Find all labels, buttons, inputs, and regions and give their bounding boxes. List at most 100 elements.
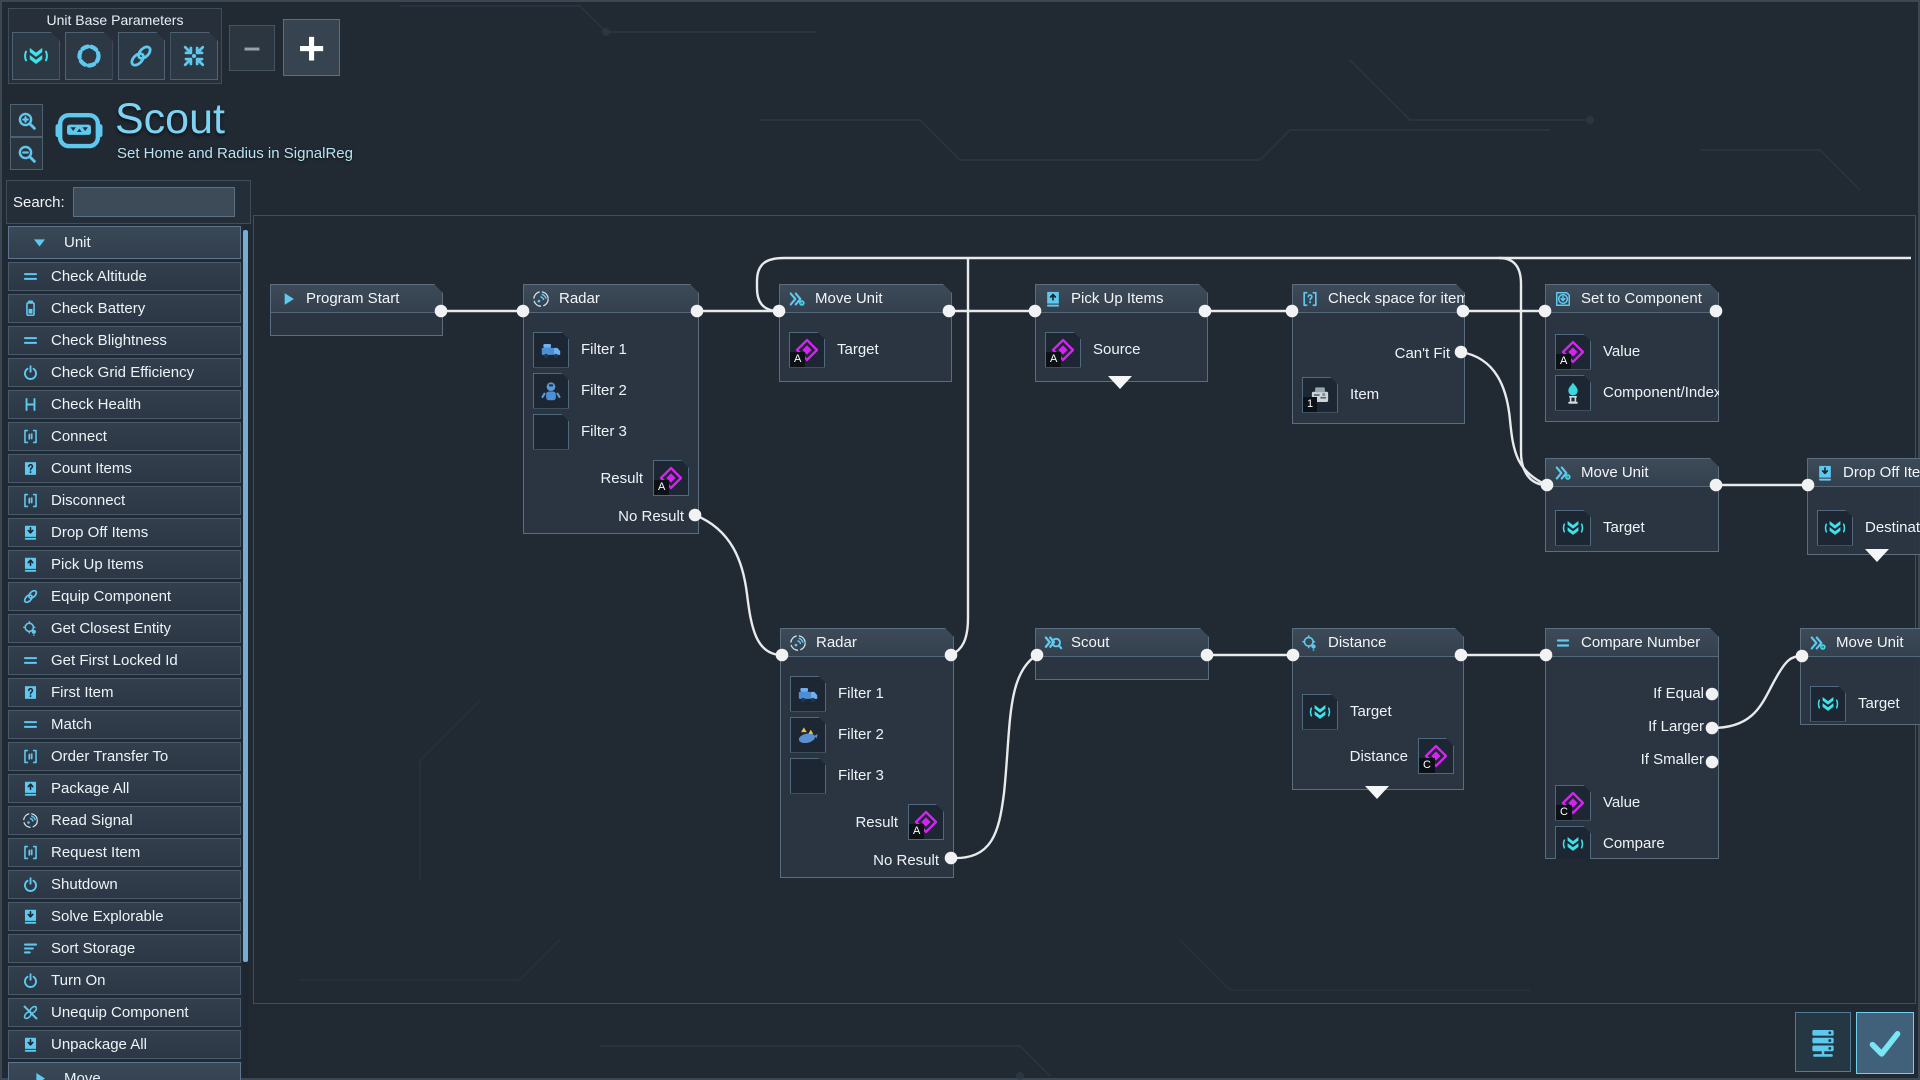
confirm-button[interactable]	[1856, 1012, 1914, 1074]
sidebar-item-drop-off-items[interactable]: Drop Off Items	[8, 518, 241, 547]
home-signal-button[interactable]	[12, 32, 60, 80]
sidebar-item-check-grid-efficiency[interactable]: Check Grid Efficiency	[8, 358, 241, 387]
slot-item-crate-icon[interactable]: 1	[1302, 377, 1338, 413]
sidebar-scrollbar-thumb[interactable]	[243, 230, 248, 962]
node-header[interactable]: Move Unit	[780, 285, 951, 313]
sidebar-item-check-altitude[interactable]: Check Altitude	[8, 262, 241, 291]
slot-unit-target-icon[interactable]	[1810, 686, 1846, 722]
node-radar-1[interactable]: Radar Filter 1 Filter 2 Filter 3 Result A No R…	[523, 284, 699, 534]
remove-parameter-button[interactable]: –	[229, 25, 275, 71]
node-program-start[interactable]: Program Start	[270, 284, 443, 336]
link-icon	[18, 587, 42, 606]
sidebar-item-pick-up-items[interactable]: Pick Up Items	[8, 550, 241, 579]
sidebar-item-get-closest-entity[interactable]: Get Closest Entity	[8, 614, 241, 643]
sidebar-item-label: Order Transfer To	[51, 748, 169, 765]
node-header[interactable]: Distance	[1293, 629, 1463, 657]
slot-signal-value-icon[interactable]: A	[908, 804, 944, 840]
sidebar-item-get-first-locked-id[interactable]: Get First Locked Id	[8, 646, 241, 675]
slot-signal-value-icon[interactable]: A	[1045, 332, 1081, 368]
slot-unit-target-icon[interactable]	[1555, 510, 1591, 546]
behavior-list-button[interactable]	[1795, 1012, 1851, 1072]
node-header[interactable]: Check space for item	[1293, 285, 1464, 313]
slot-empty-slot-icon[interactable]	[790, 758, 826, 794]
node-drop-off-items[interactable]: Drop Off Items Destination	[1807, 458, 1920, 555]
sidebar-item-solve-explorable[interactable]: Solve Explorable	[8, 902, 241, 931]
aperture-button[interactable]	[65, 32, 113, 80]
slot-signal-value-icon[interactable]: A	[1555, 334, 1591, 370]
bracket-transfer-icon	[18, 491, 42, 510]
slot-filter-truck-icon[interactable]	[533, 332, 569, 368]
sidebar-item-unpackage-all[interactable]: Unpackage All	[8, 1030, 241, 1059]
unit-base-parameters-panel: Unit Base Parameters	[8, 8, 222, 84]
read-signal-icon	[788, 633, 808, 653]
sidebar-item-unit[interactable]: Unit	[8, 226, 241, 259]
lines-icon	[18, 267, 42, 286]
node-header[interactable]: Radar	[781, 629, 953, 657]
sidebar-item-check-battery[interactable]: Check Battery	[8, 294, 241, 323]
param-row: Target	[1810, 683, 1920, 724]
node-move-unit-1[interactable]: Move Unit A Target	[779, 284, 952, 382]
slot-unit-target-icon[interactable]	[1817, 510, 1853, 546]
sidebar-item-match[interactable]: Match	[8, 710, 241, 739]
node-header[interactable]: Move Unit	[1546, 459, 1718, 487]
node-move-unit-3[interactable]: Move Unit Target	[1800, 628, 1920, 725]
move-icon	[787, 289, 807, 309]
slot-signal-value-icon[interactable]: C	[1418, 738, 1454, 774]
param-row: Filter 3	[790, 755, 944, 796]
sidebar-item-package-all[interactable]: Package All	[8, 774, 241, 803]
sidebar-item-disconnect[interactable]: Disconnect	[8, 486, 241, 515]
node-header[interactable]: Pick Up Items	[1036, 285, 1207, 313]
node-distance[interactable]: Distance Target Distance C	[1292, 628, 1464, 790]
slot-unit-target-icon[interactable]	[1302, 694, 1338, 730]
node-set-to-component[interactable]: Set to Component A Value Component/Index	[1545, 284, 1719, 422]
node-header[interactable]: Set to Component	[1546, 285, 1718, 313]
search-input[interactable]	[72, 187, 235, 217]
sidebar-item-shutdown[interactable]: Shutdown	[8, 870, 241, 899]
slot-empty-slot-icon[interactable]	[533, 414, 569, 450]
node-header[interactable]: Radar	[524, 285, 698, 313]
node-check-space-for-item[interactable]: Check space for item Can't Fit 1 Item	[1292, 284, 1465, 424]
sidebar-item-equip-component[interactable]: Equip Component	[8, 582, 241, 611]
node-compare-number[interactable]: Compare Number If Equal If Larger If Smalle…	[1545, 628, 1719, 859]
node-radar-2[interactable]: Radar Filter 1 Filter 2 Filter 3 Result A No R…	[780, 628, 954, 878]
slot-filter-anomaly-icon[interactable]	[790, 717, 826, 753]
slot-label: If Smaller	[1640, 751, 1704, 768]
sidebar-item-check-health[interactable]: Check Health	[8, 390, 241, 419]
sidebar-item-connect[interactable]: Connect	[8, 422, 241, 451]
zoom-out-button[interactable]	[10, 137, 43, 170]
node-header[interactable]: Scout	[1036, 629, 1208, 657]
slot-filter-truck-icon[interactable]	[790, 676, 826, 712]
battery-icon	[18, 299, 42, 318]
slot-signal-value-icon[interactable]: A	[653, 460, 689, 496]
sidebar-item-unequip-component[interactable]: Unequip Component	[8, 998, 241, 1027]
node-scout[interactable]: Scout	[1035, 628, 1209, 680]
sidebar-item-turn-on[interactable]: Turn On	[8, 966, 241, 995]
sidebar-item-order-transfer-to[interactable]: Order Transfer To	[8, 742, 241, 771]
node-move-unit-2[interactable]: Move Unit Target	[1545, 458, 1719, 552]
slot-filter-bot-icon[interactable]	[533, 373, 569, 409]
scout-icon	[1043, 633, 1063, 653]
sidebar-item-move[interactable]: Move	[8, 1062, 241, 1080]
sidebar-item-first-item[interactable]: First Item	[8, 678, 241, 707]
sidebar-item-count-items[interactable]: Count Items	[8, 454, 241, 483]
sidebar-item-read-signal[interactable]: Read Signal	[8, 806, 241, 835]
sidebar-item-check-blightness[interactable]: Check Blightness	[8, 326, 241, 355]
node-pick-up-items[interactable]: Pick Up Items A Source	[1035, 284, 1208, 382]
sidebar-item-request-item[interactable]: Request Item	[8, 838, 241, 867]
slot-component-index-icon[interactable]	[1555, 375, 1591, 411]
node-header[interactable]: Move Unit	[1801, 629, 1920, 657]
link-button[interactable]	[118, 32, 166, 80]
sidebar-item-label: Check Battery	[51, 300, 146, 317]
slot-unit-target-icon[interactable]	[1555, 826, 1591, 862]
collapse-button[interactable]	[170, 32, 218, 80]
slot-signal-value-icon[interactable]: C	[1555, 785, 1591, 821]
zoom-in-button[interactable]	[10, 104, 43, 137]
sidebar-item-sort-storage[interactable]: Sort Storage	[8, 934, 241, 963]
move-icon	[1553, 463, 1573, 483]
node-header[interactable]: Program Start	[271, 285, 442, 313]
add-parameter-button[interactable]: +	[283, 19, 340, 76]
node-header[interactable]: Drop Off Items	[1808, 459, 1920, 487]
sidebar-scrollbar[interactable]	[243, 226, 248, 1078]
node-header[interactable]: Compare Number	[1546, 629, 1718, 657]
slot-signal-value-icon[interactable]: A	[789, 332, 825, 368]
